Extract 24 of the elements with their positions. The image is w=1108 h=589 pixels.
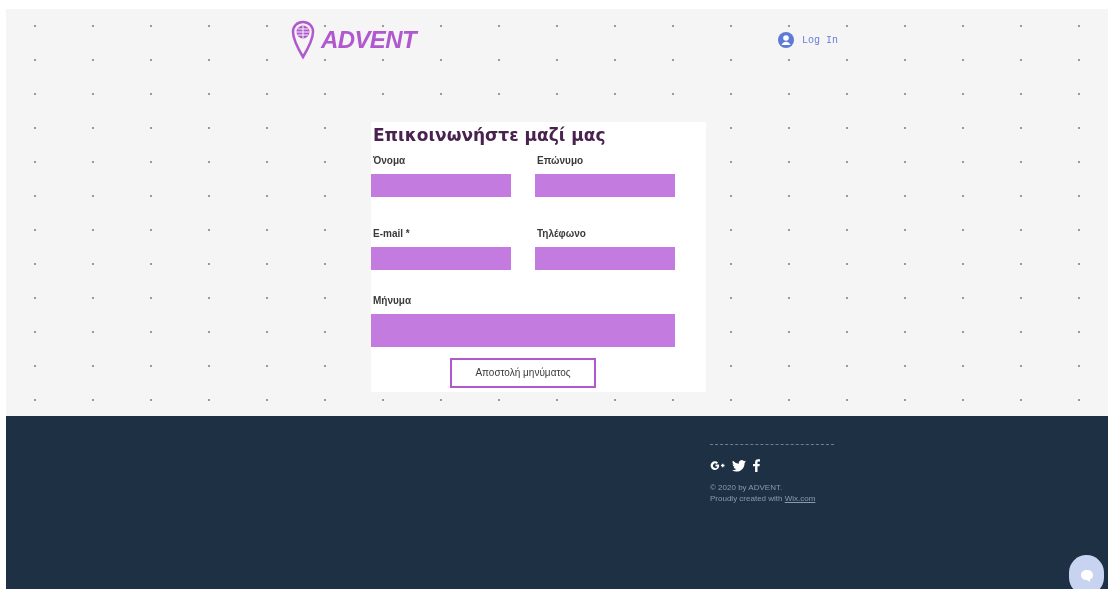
logo-text[interactable]: ADVENT	[321, 22, 417, 58]
google-plus-icon[interactable]	[710, 460, 725, 471]
facebook-icon[interactable]	[753, 459, 760, 472]
input-field[interactable]	[535, 173, 675, 197]
field-label: Τηλέφωνο	[537, 226, 587, 241]
bird-icon[interactable]	[732, 459, 746, 472]
field-label: Μήνυμα	[373, 293, 413, 308]
copyright-text: © 2020 by ADVENT.	[710, 482, 784, 493]
form-title: Επικοινωνήστε μαζί μας	[373, 124, 607, 147]
login-button[interactable]: Log In	[778, 32, 838, 48]
input-field[interactable]	[535, 246, 675, 270]
chat-button[interactable]	[1069, 555, 1104, 589]
field-label: Επώνυμο	[537, 153, 585, 168]
send-message-button[interactable]: Αποστολή μηνύματος	[450, 357, 596, 388]
input-field[interactable]	[371, 173, 511, 197]
user-avatar-icon	[778, 32, 794, 48]
field-label: E-mail *	[373, 226, 411, 241]
location-pin-icon	[291, 20, 315, 60]
chat-bubble-icon	[1079, 568, 1094, 582]
input-field[interactable]	[371, 246, 511, 270]
wix-link[interactable]: Wix.com	[784, 494, 816, 503]
credit-text: Proudly created with Wix.com	[710, 493, 817, 504]
message-field[interactable]	[371, 313, 675, 347]
field-label: Όνομα	[373, 153, 407, 168]
